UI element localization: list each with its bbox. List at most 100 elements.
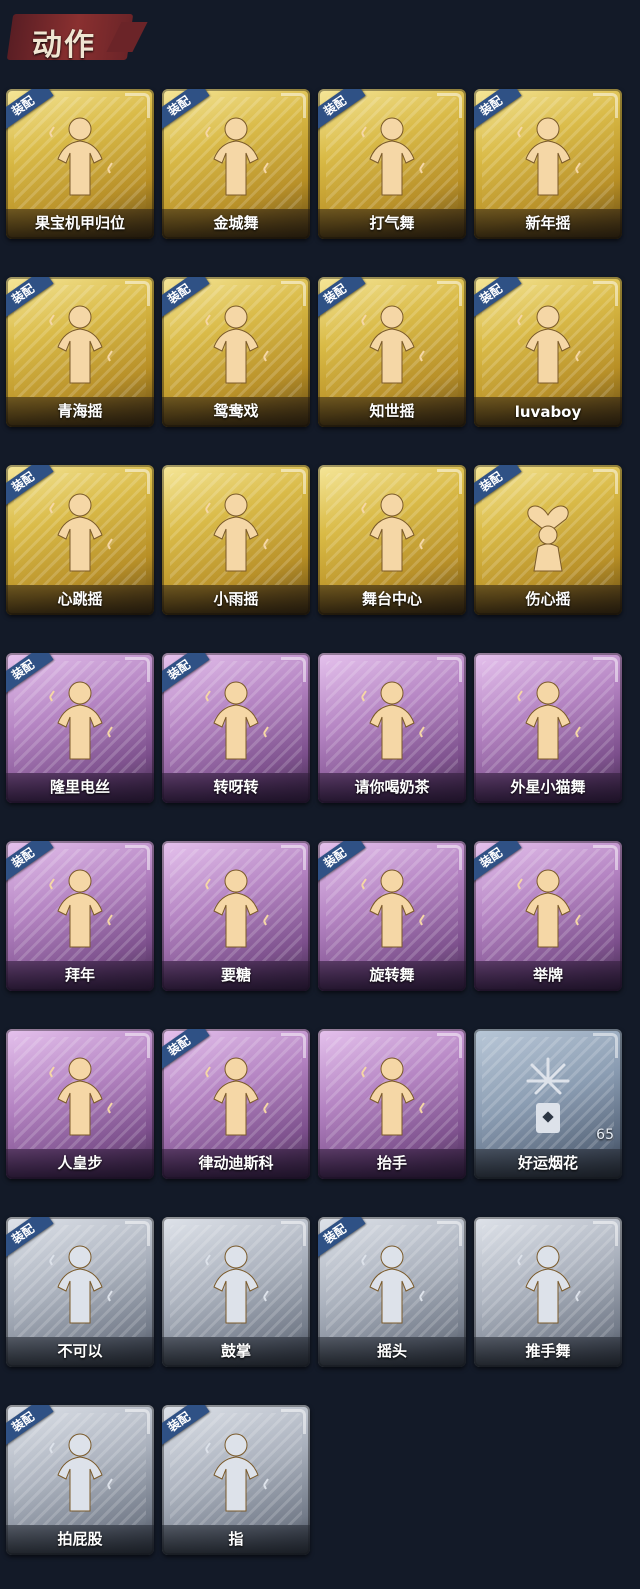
emote-grid: 装配 果宝机甲归位 装配 金城舞 装配 打气舞 装配 新年摇 装配 青海摇 装配 鸳鸯戏 装… [6,89,622,1555]
frame-ornament [125,1409,150,1434]
emote-card[interactable]: 装配 新年摇 [474,89,622,239]
emote-label: 打气舞 [369,214,415,232]
frame-ornament [125,469,150,494]
emote-label: 伤心摇 [525,590,571,608]
emote-card[interactable]: 装配 律动迪斯科 [162,1029,310,1179]
push-hand-icon [508,1239,588,1325]
emote-card[interactable]: 请你喝奶茶 [318,653,466,803]
dance-pose-icon [508,675,588,761]
clap-icon [196,1239,276,1325]
dance-pose-icon [508,111,588,197]
emote-card[interactable]: 装配 luvaboy [474,277,622,427]
frame-ornament [437,93,462,118]
item-count: 65 [596,1127,614,1143]
emote-label: luvaboy [514,403,582,421]
emote-card[interactable]: 65 好运烟花 [474,1029,622,1179]
frame-ornament [437,281,462,306]
frame-ornament [593,93,618,118]
emote-label: 举牌 [532,966,563,984]
dance-pose-icon [352,299,432,385]
spin-pose-icon [352,863,432,949]
emote-card[interactable]: 装配 鸳鸯戏 [162,277,310,427]
emote-label: 转呀转 [213,778,259,796]
emote-card[interactable]: 外星小猫舞 [474,653,622,803]
emote-card[interactable]: 装配 金城舞 [162,89,310,239]
emote-label: 拍屁股 [57,1530,103,1548]
emote-card[interactable]: 装配 伤心摇 [474,465,622,615]
emote-label: 小雨摇 [213,590,259,608]
frame-ornament [125,1221,150,1246]
emote-card[interactable]: 装配 知世摇 [318,277,466,427]
bow-pose-icon [40,863,120,949]
emote-card[interactable]: 装配 拍屁股 [6,1405,154,1555]
emote-label: 好运烟花 [517,1154,578,1172]
girl-bunny-icon [196,675,276,761]
emote-label: 新年摇 [525,214,571,232]
frame-ornament [437,1221,462,1246]
header: 动作 [0,0,640,86]
frame-ornament [125,93,150,118]
firework-icon [508,1051,588,1137]
heart-hands-icon [508,487,588,573]
emote-card[interactable]: 装配 打气舞 [318,89,466,239]
emote-card[interactable]: 装配 青海摇 [6,277,154,427]
emote-label: 旋转舞 [369,966,415,984]
emote-label: 不可以 [57,1342,103,1360]
dance-pose-icon [196,487,276,573]
emote-card[interactable]: 装配 不可以 [6,1217,154,1367]
emote-label: 鼓掌 [220,1342,251,1360]
frame-ornament [281,469,306,494]
frame-ornament [281,1409,306,1434]
emote-card[interactable]: 抬手 [318,1029,466,1179]
frame-ornament [437,657,462,682]
disco-pose-icon [196,1051,276,1137]
slap-pose-icon [40,1427,120,1513]
frame-ornament [281,281,306,306]
emote-card[interactable]: 装配 举牌 [474,841,622,991]
emote-card[interactable]: 推手舞 [474,1217,622,1367]
dance-pose-icon [352,111,432,197]
frame-ornament [281,845,306,870]
frame-ornament [593,469,618,494]
dance-pose-icon [40,487,120,573]
page-title: 动作 [32,28,96,63]
emote-card[interactable]: 舞台中心 [318,465,466,615]
emote-card[interactable]: 装配 心跳摇 [6,465,154,615]
frame-ornament [281,93,306,118]
emote-label: 舞台中心 [361,590,422,608]
dance-pose-icon [40,111,120,197]
tray-icon [352,675,432,761]
emote-card[interactable]: 装配 拜年 [6,841,154,991]
frame-ornament [437,845,462,870]
emote-label: 青海摇 [57,402,103,420]
emote-card[interactable]: 装配 隆里电丝 [6,653,154,803]
emote-card[interactable]: 要糖 [162,841,310,991]
frame-ornament [125,281,150,306]
emote-label: 推手舞 [525,1342,571,1360]
emote-label: 鸳鸯戏 [213,402,259,420]
head-shake-icon [352,1239,432,1325]
emote-card[interactable]: 装配 果宝机甲归位 [6,89,154,239]
emote-label: 摇头 [376,1342,407,1360]
dance-pose-icon [352,487,432,573]
emote-card[interactable]: 装配 旋转舞 [318,841,466,991]
frame-ornament [593,1221,618,1246]
emote-card[interactable]: 小雨摇 [162,465,310,615]
emote-label: 请你喝奶茶 [354,778,430,796]
emote-card[interactable]: 装配指 [162,1405,310,1555]
raise-hand-icon [352,1051,432,1137]
frame-ornament [437,1033,462,1058]
emote-label: 人皇步 [57,1154,103,1172]
frame-ornament [437,469,462,494]
emote-label: 拜年 [64,966,95,984]
frame-ornament [281,1033,306,1058]
emote-label: 金城舞 [213,214,259,232]
dance-pose-icon [508,299,588,385]
emote-label: 抬手 [376,1154,407,1172]
emote-card[interactable]: 装配 转呀转 [162,653,310,803]
frame-ornament [125,845,150,870]
emote-card[interactable]: 装配 摇头 [318,1217,466,1367]
frame-ornament [593,845,618,870]
emote-card[interactable]: 人皇步 [6,1029,154,1179]
emote-card[interactable]: 鼓掌 [162,1217,310,1367]
